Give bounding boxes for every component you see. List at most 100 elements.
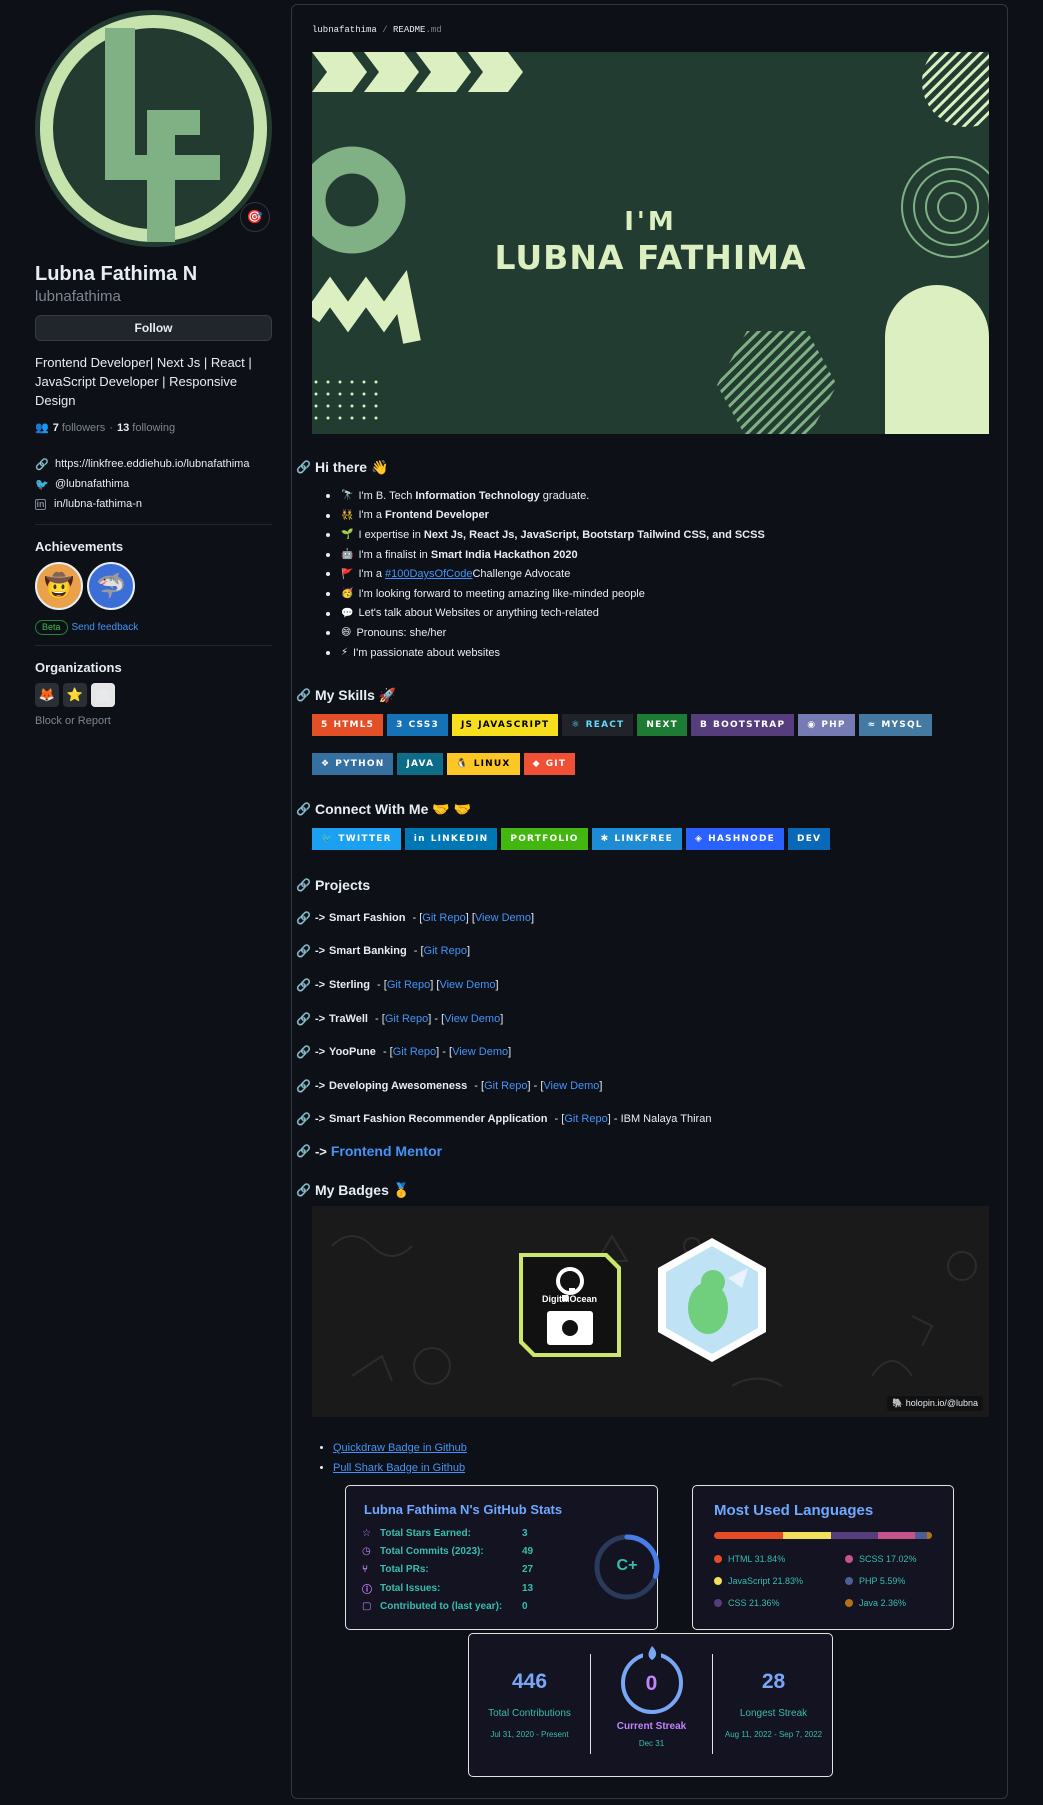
view-demo-link[interactable]: View Demo [475, 912, 531, 924]
separator: ] [ [465, 911, 475, 924]
git-skill-badge[interactable]: ◆ GIT [523, 753, 576, 775]
anchor-link-icon[interactable]: 🔗 [296, 460, 311, 474]
separator: - [ [410, 945, 424, 958]
achievement-pull-shark[interactable]: 🦈 [87, 562, 135, 610]
stat-row: ⓘ Total Issues: 13 [362, 1579, 533, 1597]
mysql-skill-badge[interactable]: ≈ MYSQL [858, 714, 932, 736]
project-row: 🔗 -> YooPune - [Git Repo] - [View Demo] [296, 1035, 976, 1069]
view-demo-link[interactable]: View Demo [439, 979, 495, 991]
portfolio-social-badge[interactable]: PORTFOLIO [501, 828, 588, 850]
100daysofcode-link[interactable]: #100DaysOfCode [385, 568, 472, 580]
linkfree-social-badge[interactable]: ✱ LINKFREE [591, 828, 682, 850]
linkedin-link[interactable]: in/lubna-fathima-n [54, 498, 142, 510]
anchor-link-icon[interactable]: 🔗 [296, 911, 311, 925]
profile-full-name: Lubna Fathima N [35, 263, 198, 285]
anchor-link-icon[interactable]: 🔗 [296, 978, 311, 992]
stat-row: ◷ Total Commits (2023): 49 [362, 1542, 533, 1560]
followers-link[interactable]: 7 followers [53, 422, 106, 434]
status-emoji-button[interactable]: 🎯 [240, 202, 270, 232]
profile-bio: Frontend Developer| Next Js | React | Ja… [35, 355, 252, 408]
react-skill-badge[interactable]: ⚛ REACT [562, 714, 634, 736]
git-repo-link[interactable]: Git Repo [422, 912, 465, 924]
anchor-link-icon[interactable]: 🔗 [296, 688, 311, 702]
frontend-mentor-link[interactable]: Frontend Mentor [331, 1143, 442, 1159]
anchor-link-icon[interactable]: 🔗 [296, 878, 311, 892]
git-repo-link[interactable]: Git Repo [387, 979, 430, 991]
anchor-link-icon[interactable]: 🔗 [296, 1079, 311, 1093]
stat-label: Total Commits (2023): [380, 1546, 484, 1558]
anchor-link-icon[interactable]: 🔗 [296, 1183, 311, 1197]
java-skill-badge[interactable]: JAVA [397, 753, 444, 775]
css3-label: CSS3 [408, 720, 439, 730]
avatar[interactable] [35, 10, 272, 247]
stat-icon: ⑂ [362, 1564, 368, 1576]
git-repo-link[interactable]: Git Repo [484, 1080, 527, 1092]
org-star-icon: ⭐ [66, 687, 84, 702]
html5-skill-badge[interactable]: 5 HTML5 [312, 714, 384, 736]
skills-badges-row1: 5 HTML5 3 CSS3 JS JAVASCRIPT ⚛ REACT NEXT B BOOTST… [312, 714, 976, 736]
anchor-link-icon[interactable]: 🔗 [296, 1012, 311, 1026]
twitter-link[interactable]: @lubnafathima [55, 478, 129, 490]
following-link[interactable]: 13 following [117, 422, 175, 434]
next-skill-badge[interactable]: NEXT [637, 714, 687, 736]
dev-social-badge[interactable]: DEV [788, 828, 831, 850]
git-repo-link[interactable]: Git Repo [564, 1113, 607, 1125]
css3-skill-badge[interactable]: 3 CSS3 [387, 714, 448, 736]
project-links: - [Git Repo] [View Demo] [374, 979, 499, 991]
twitter-social-badge[interactable]: 🐦 TWITTER [312, 828, 401, 850]
holopin-url[interactable]: 🐘 holopin.io/@lubna [887, 1396, 983, 1411]
project-row: 🔗 -> Smart Fashion Recommender Application… [296, 1103, 976, 1137]
git-repo-link[interactable]: Git Repo [424, 945, 467, 957]
connect-title: Connect With Me [314, 801, 429, 817]
mysql-icon: ≈ [867, 720, 877, 730]
follow-button[interactable]: Follow [35, 315, 272, 341]
language-bar-segment [783, 1532, 831, 1539]
separator: ] [466, 945, 471, 958]
breadcrumb-owner[interactable]: lubnafathima [312, 25, 377, 35]
view-demo-link[interactable]: View Demo [444, 1013, 500, 1025]
linux-skill-badge[interactable]: 🐧 LINUX [447, 753, 520, 775]
party-face-icon: 🥳 [341, 588, 354, 600]
hi-title: Hi there [314, 459, 368, 475]
anchor-link-icon[interactable]: 🔗 [296, 1045, 311, 1059]
holopin-board[interactable]: DigitalOcean 🐘 holopin.io/@lubna [312, 1206, 989, 1417]
send-feedback-link[interactable]: Send feedback [72, 622, 139, 633]
organization-avatar[interactable]: ⭐ [63, 683, 87, 707]
bootstrap-icon: B [699, 720, 709, 730]
longest-streak-label: Longest Streak [739, 1708, 808, 1719]
quickdraw-badge-link[interactable]: Quickdraw Badge in Github [333, 1442, 467, 1454]
anchor-link-icon[interactable]: 🔗 [296, 802, 311, 816]
language-dot [714, 1599, 722, 1607]
block-or-report-link[interactable]: Block or Report [35, 715, 272, 727]
python-skill-badge[interactable]: ❖ PYTHON [312, 753, 394, 775]
project-row: 🔗 -> Sterling - [Git Repo] [View Demo] [296, 968, 976, 1002]
git-repo-link[interactable]: Git Repo [393, 1046, 436, 1058]
anchor-link-icon[interactable]: 🔗 [296, 944, 311, 958]
view-demo-link[interactable]: View Demo [452, 1046, 508, 1058]
javascript-skill-badge[interactable]: JS JAVASCRIPT [451, 714, 559, 736]
anchor-link-icon[interactable]: 🔗 [296, 1112, 311, 1126]
organization-avatar[interactable]: 🏛 [91, 683, 115, 707]
separator: - [ [409, 911, 423, 924]
intro-list: 🔭 I'm B. Tech Information Technology grad… [296, 486, 976, 662]
stat-icon: ▢ [362, 1601, 372, 1613]
language-label: SCSS 17.02% [859, 1554, 917, 1564]
list-item: 🌱 I expertise in Next Js, React Js, JavaS… [296, 525, 976, 545]
anchor-link-icon[interactable]: 🔗 [296, 1144, 311, 1158]
organization-avatar[interactable]: 🦊 [35, 683, 59, 707]
language-dot [714, 1577, 722, 1585]
php-skill-badge[interactable]: ◉ PHP [798, 714, 855, 736]
pull-shark-badge-link[interactable]: Pull Shark Badge in Github [333, 1462, 465, 1474]
hashnode-social-badge[interactable]: ◈ HASHNODE [685, 828, 785, 850]
git-repo-link[interactable]: Git Repo [385, 1013, 428, 1025]
current-streak-label: Current Streak [616, 1721, 687, 1732]
list-item: 😄 Pronouns: she/her [296, 623, 976, 643]
dev-label: DEV [797, 834, 822, 844]
view-demo-link[interactable]: View Demo [543, 1080, 599, 1092]
achievement-quickdraw[interactable]: 🤠 [35, 562, 83, 610]
arrow-text: -> [314, 1113, 326, 1126]
smile-icon: 😄 [341, 627, 352, 639]
linkedin-social-badge[interactable]: in LINKEDIN [404, 828, 498, 850]
website-link[interactable]: https://linkfree.eddiehub.io/lubnafathim… [55, 458, 249, 470]
bootstrap-skill-badge[interactable]: B BOOTSTRAP [690, 714, 795, 736]
